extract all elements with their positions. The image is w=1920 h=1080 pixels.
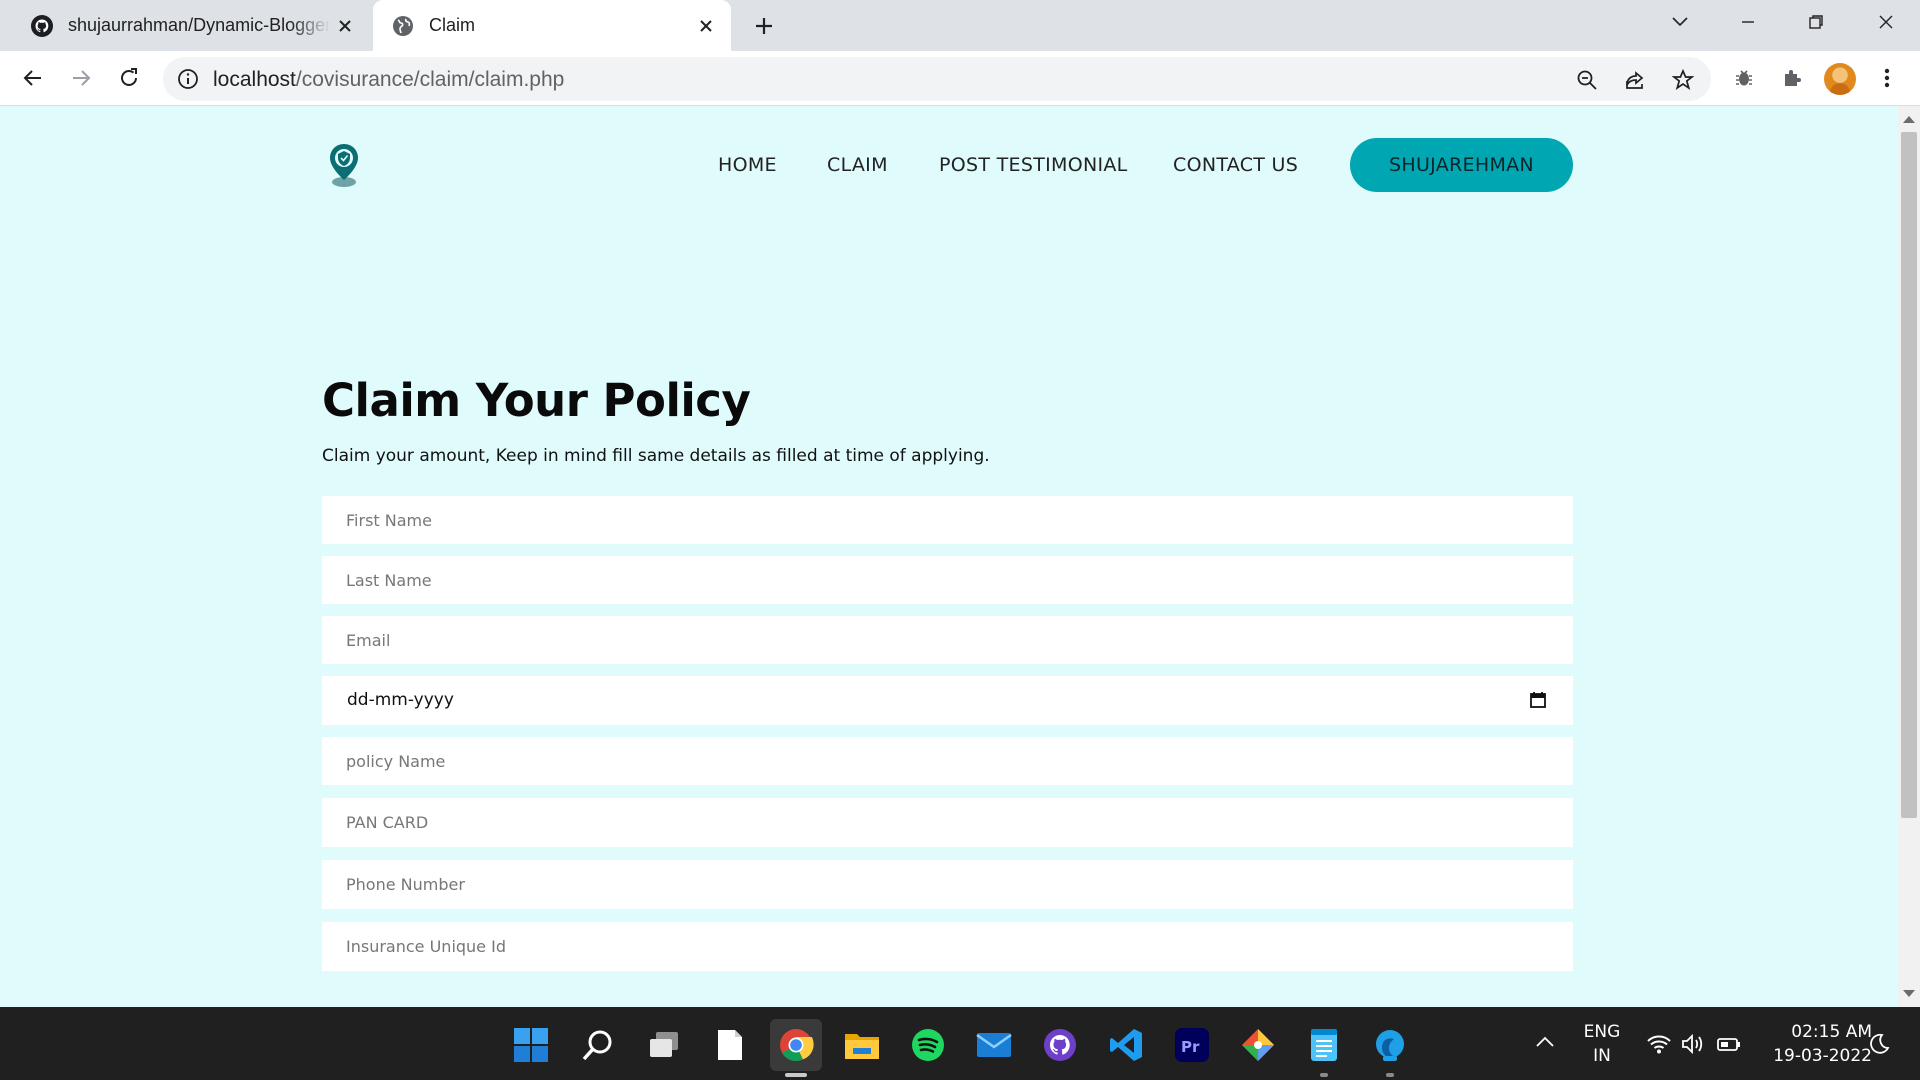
- page-viewport: HOME CLAIM POST TESTIMONIAL CONTACT US S…: [0, 106, 1898, 1007]
- nav-contact-us[interactable]: CONTACT US: [1173, 154, 1298, 176]
- task-view-icon[interactable]: [638, 1019, 690, 1071]
- form-subtitle: Claim your amount, Keep in mind fill sam…: [322, 446, 990, 466]
- url-host: localhost: [213, 68, 296, 91]
- insurance-id-input[interactable]: [322, 922, 1573, 971]
- notepad-icon[interactable]: [704, 1019, 756, 1071]
- close-icon[interactable]: [691, 11, 721, 41]
- restore-icon[interactable]: [1788, 0, 1844, 44]
- file-explorer-icon[interactable]: [836, 1019, 888, 1071]
- active-app-indicator: [785, 1073, 807, 1077]
- url-text: localhost/covisurance/claim/claim.php: [213, 68, 564, 92]
- close-window-icon[interactable]: [1858, 0, 1914, 44]
- scroll-thumb[interactable]: [1901, 132, 1917, 818]
- volume-icon[interactable]: [1680, 1033, 1706, 1055]
- bug-extension-icon[interactable]: [1725, 59, 1763, 97]
- new-tab-button[interactable]: [748, 10, 780, 42]
- tab-github[interactable]: shujaurrahman/Dynamic-Blogger: [12, 0, 370, 51]
- close-icon[interactable]: [330, 11, 360, 41]
- phone-number-input[interactable]: [322, 860, 1573, 909]
- premiere-pro-icon[interactable]: Pr: [1166, 1019, 1218, 1071]
- nav-home[interactable]: HOME: [718, 154, 777, 176]
- tab-search-icon[interactable]: [1652, 0, 1708, 44]
- clock[interactable]: 02:15 AM 19-03-2022: [1756, 1022, 1872, 1066]
- chevron-up-icon[interactable]: [1535, 1035, 1561, 1057]
- browser-tab-strip: shujaurrahman/Dynamic-Blogger Claim: [0, 0, 1920, 51]
- region-code: IN: [1593, 1046, 1611, 1066]
- globe-icon: [393, 15, 413, 36]
- scroll-up-arrow-icon[interactable]: [1903, 116, 1915, 123]
- focus-moon-icon[interactable]: [1868, 1033, 1894, 1055]
- nav-post-testimonial[interactable]: POST TESTIMONIAL: [939, 154, 1128, 176]
- battery-icon[interactable]: [1716, 1033, 1742, 1055]
- pan-card-input[interactable]: [322, 798, 1573, 847]
- github-desktop-icon[interactable]: [1034, 1019, 1086, 1071]
- vertical-scrollbar[interactable]: [1898, 106, 1920, 1007]
- info-icon[interactable]: [177, 68, 199, 90]
- extensions-puzzle-icon[interactable]: [1773, 59, 1811, 97]
- windows-start-icon[interactable]: [505, 1019, 557, 1071]
- last-name-input[interactable]: [322, 556, 1573, 604]
- scroll-down-arrow-icon[interactable]: [1903, 990, 1915, 997]
- notes-icon[interactable]: [1298, 1019, 1350, 1077]
- search-icon[interactable]: [572, 1019, 624, 1071]
- calendar-icon[interactable]: [1529, 691, 1547, 709]
- clock-time: 02:15 AM: [1791, 1022, 1872, 1042]
- github-icon: [31, 14, 53, 37]
- wifi-icon[interactable]: [1646, 1033, 1672, 1055]
- page-title: Claim Your Policy: [322, 374, 751, 427]
- mail-icon[interactable]: [968, 1019, 1020, 1071]
- url-path: /covisurance/claim/claim.php: [295, 68, 565, 91]
- nav-claim[interactable]: CLAIM: [827, 154, 888, 176]
- spotify-icon[interactable]: [902, 1019, 954, 1071]
- first-name-input[interactable]: [322, 496, 1573, 544]
- menu-kebab-icon[interactable]: [1868, 59, 1906, 97]
- svg-text:Pr: Pr: [1181, 1038, 1200, 1056]
- policy-name-input[interactable]: [322, 737, 1573, 785]
- forward-button[interactable]: [62, 59, 100, 97]
- language-code: ENG: [1583, 1022, 1621, 1042]
- tab-claim[interactable]: Claim: [373, 0, 731, 51]
- share-icon[interactable]: [1620, 65, 1650, 95]
- tab-title: Claim: [429, 15, 476, 35]
- running-indicator: [1386, 1073, 1394, 1077]
- date-input[interactable]: dd-mm-yyyy: [322, 676, 1573, 725]
- reload-button[interactable]: [110, 59, 148, 97]
- bookmark-star-icon[interactable]: [1668, 65, 1698, 95]
- back-button[interactable]: [14, 59, 52, 97]
- minimize-icon[interactable]: [1720, 0, 1776, 44]
- windows-taskbar: Pr ENG IN 02:15 AM 19-03-2022: [0, 1007, 1920, 1080]
- edge-dev-icon[interactable]: [1364, 1019, 1416, 1077]
- user-account-button[interactable]: SHUJAREHMAN: [1350, 138, 1573, 192]
- clock-date: 19-03-2022: [1773, 1046, 1872, 1066]
- location-shield-logo-icon[interactable]: [326, 142, 362, 188]
- language-indicator[interactable]: ENG IN: [1582, 1022, 1622, 1066]
- zoom-icon[interactable]: [1572, 65, 1602, 95]
- tab-title: shujaurrahman/Dynamic-Blogger: [68, 15, 330, 35]
- git-tool-icon[interactable]: [1232, 1019, 1284, 1071]
- browser-toolbar: localhost/covisurance/claim/claim.php: [0, 51, 1920, 106]
- vscode-icon[interactable]: [1100, 1019, 1152, 1071]
- profile-avatar[interactable]: [1824, 63, 1856, 95]
- running-indicator: [1320, 1073, 1328, 1077]
- date-value: dd-mm-yyyy: [347, 690, 454, 710]
- address-bar[interactable]: localhost/covisurance/claim/claim.php: [163, 57, 1711, 101]
- email-input[interactable]: [322, 616, 1573, 664]
- chrome-icon[interactable]: [770, 1019, 822, 1077]
